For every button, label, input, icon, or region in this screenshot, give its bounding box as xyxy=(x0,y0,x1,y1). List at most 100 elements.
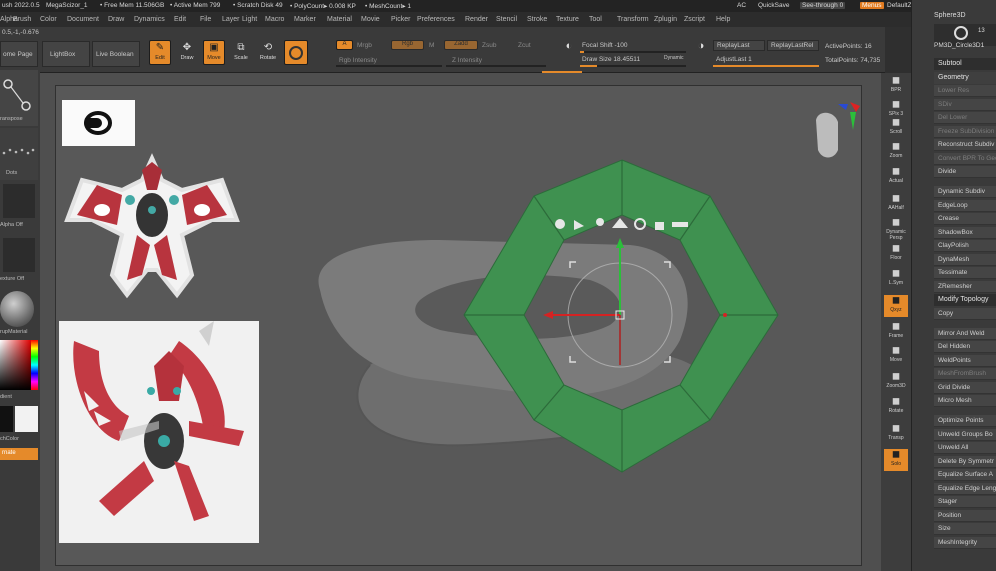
main-color-swatch[interactable] xyxy=(0,406,13,432)
menu-item-help[interactable]: Help xyxy=(716,16,730,23)
menu-item-transform[interactable]: Transform xyxy=(617,16,649,23)
geometry-item-crease[interactable]: Crease xyxy=(934,213,996,225)
menu-item-zscript[interactable]: Zscript xyxy=(684,16,705,23)
home-page-button[interactable]: ome Page xyxy=(0,41,38,67)
rgb-intensity-slider[interactable]: Rgb Intensity xyxy=(339,57,377,64)
menu-item-tool[interactable]: Tool xyxy=(589,16,602,23)
geometry-item-meshfrombrush[interactable]: MeshFromBrush xyxy=(934,368,996,380)
mrgb-toggle[interactable]: Mrgb xyxy=(357,42,372,49)
gizmo-toggle-button[interactable] xyxy=(284,40,308,65)
menu-item-movie[interactable]: Movie xyxy=(361,16,380,23)
menu-item-material[interactable]: Material xyxy=(327,16,352,23)
tool-button-scroll[interactable]: ◼ Scroll xyxy=(884,117,908,139)
geometry-item-modify-topology[interactable]: Modify Topology xyxy=(934,294,996,306)
geometry-item-convert-bpr-to-geo[interactable]: Convert BPR To Geo xyxy=(934,152,996,165)
geometry-item-copy[interactable]: Copy xyxy=(934,307,996,320)
menu-item-color[interactable]: Color xyxy=(40,16,57,23)
menu-item-document[interactable]: Document xyxy=(67,16,99,23)
geometry-item-lower-res[interactable]: Lower Res xyxy=(934,85,996,97)
hue-strip[interactable] xyxy=(31,340,38,390)
dynamic-toggle[interactable]: Dynamic xyxy=(664,55,683,61)
zsub-toggle[interactable]: Zsub xyxy=(482,42,496,49)
alpha-button[interactable]: Alpha Off xyxy=(0,180,38,232)
tool-button-solo[interactable]: ◼ Solo xyxy=(884,449,908,471)
menu-item-draw[interactable]: Draw xyxy=(108,16,124,23)
scale-button[interactable]: ⧉ Scale xyxy=(230,41,252,66)
geometry-item-optimize-points[interactable]: Optimize Points xyxy=(934,415,996,427)
tool-button-zoom3d[interactable]: ◼ Zoom3D xyxy=(884,371,908,393)
edit-button[interactable]: ✎ Edit xyxy=(149,40,171,65)
tool-button-transp[interactable]: ◼ Transp xyxy=(884,423,908,445)
menu-item-picker[interactable]: Picker xyxy=(391,16,410,23)
secondary-color-swatch[interactable] xyxy=(15,406,38,432)
focal-shift-slider[interactable]: Focal Shift -100 xyxy=(582,42,628,49)
menu-item-macro[interactable]: Macro xyxy=(265,16,284,23)
tool-button-zoom[interactable]: ◼ Zoom xyxy=(884,141,908,163)
menu-item-light[interactable]: Light xyxy=(242,16,257,23)
lightbox-button[interactable]: LightBox xyxy=(42,41,90,67)
geometry-item-unweld-all[interactable]: Unweld All xyxy=(934,442,996,454)
geometry-item-del-hidden[interactable]: Del Hidden xyxy=(934,341,996,353)
stroke-dots-button[interactable]: Dots xyxy=(0,128,38,180)
menu-item-marker[interactable]: Marker xyxy=(294,16,316,23)
tool-button-rotate[interactable]: ◼ Rotate xyxy=(884,396,908,418)
geometry-item-claypolish[interactable]: ClayPolish xyxy=(934,240,996,252)
geometry-item-unweld-groups-bo[interactable]: Unweld Groups Bo xyxy=(934,428,996,441)
tool-button-aahalf[interactable]: ◼ AAHalf xyxy=(884,193,908,215)
quicksave-button[interactable]: QuickSave xyxy=(756,2,791,9)
lock-icon[interactable] xyxy=(655,222,664,230)
color-square[interactable] xyxy=(0,340,31,390)
geometry-item-stager[interactable]: Stager xyxy=(934,496,996,508)
color-picker[interactable] xyxy=(0,340,38,392)
alternate-button[interactable]: rnate xyxy=(0,448,38,460)
live-boolean-button[interactable]: Live Boolean xyxy=(92,41,140,67)
draw-button[interactable]: ✥ Draw xyxy=(176,41,198,66)
geometry-item-divide[interactable]: Divide xyxy=(934,166,996,178)
tool-button-actual[interactable]: ◼ Actual xyxy=(884,166,908,188)
see-through-slider[interactable]: See-through 0 xyxy=(800,2,846,9)
tool-button-move[interactable]: ◼ Move xyxy=(884,345,908,367)
home-icon[interactable] xyxy=(612,218,628,228)
geometry-header[interactable]: Geometry xyxy=(934,72,996,84)
location-icon[interactable] xyxy=(596,218,604,226)
geometry-item-edgeloop[interactable]: EdgeLoop xyxy=(934,199,996,212)
menu-item-stroke[interactable]: Stroke xyxy=(527,16,547,23)
zcut-toggle[interactable]: Zcut xyxy=(518,42,531,49)
zadd-toggle[interactable]: Zadd xyxy=(444,40,478,50)
menu-item-zplugin[interactable]: Zplugin xyxy=(654,16,677,23)
geometry-item-freeze-subdivision[interactable]: Freeze SubDivision xyxy=(934,125,996,138)
geometry-item-shadowbox[interactable]: ShadowBox xyxy=(934,226,996,239)
transpose-button[interactable]: ranspose xyxy=(0,70,38,126)
switch-color-button[interactable]: chColor xyxy=(0,436,40,442)
menu-item-edit[interactable]: Edit xyxy=(174,16,186,23)
menu-item-preferences[interactable]: Preferences xyxy=(417,16,455,23)
rotate-button[interactable]: ⟲ Rotate xyxy=(257,41,279,66)
geometry-item-position[interactable]: Position xyxy=(934,509,996,522)
tool-button-bpr[interactable]: ◼ BPR xyxy=(884,75,908,97)
geometry-item-dynamesh[interactable]: DynaMesh xyxy=(934,253,996,266)
menu-item-layer[interactable]: Layer xyxy=(222,16,240,23)
material-button[interactable]: rupMaterial xyxy=(0,288,38,338)
geometry-item-equalize-surface-a[interactable]: Equalize Surface A xyxy=(934,469,996,481)
replay-last-button[interactable]: ReplayLast xyxy=(713,40,765,51)
z-intensity-slider[interactable]: Z Intensity xyxy=(452,57,482,64)
texture-button[interactable]: exture Off xyxy=(0,234,38,286)
geometry-item-dynamic-subdiv[interactable]: Dynamic Subdiv xyxy=(934,186,996,198)
m-toggle[interactable]: M xyxy=(429,42,434,49)
navigation-head[interactable] xyxy=(798,100,862,172)
geometry-item-grid-divide[interactable]: Grid Divide xyxy=(934,381,996,394)
tool-button-l-sym[interactable]: ◼ L.Sym xyxy=(884,268,908,290)
move-button[interactable]: ▣ Move xyxy=(203,40,225,65)
tool-button-floor[interactable]: ◼ Floor xyxy=(884,243,908,265)
geometry-item-micro-mesh[interactable]: Micro Mesh xyxy=(934,395,996,407)
geometry-item-equalize-edge-leng[interactable]: Equalize Edge Leng xyxy=(934,482,996,495)
geometry-item-tessimate[interactable]: Tessimate xyxy=(934,267,996,279)
subtool-header[interactable]: Subtool xyxy=(934,58,996,70)
menu-item-stencil[interactable]: Stencil xyxy=(496,16,517,23)
menu-item-brush[interactable]: Brush xyxy=(13,16,31,23)
geometry-item-meshintegrity[interactable]: MeshIntegrity xyxy=(934,536,996,549)
a-toggle[interactable]: A xyxy=(336,40,353,50)
geometry-item-del-lower[interactable]: Del Lower xyxy=(934,112,996,124)
geometry-item-mirror-and-weld[interactable]: Mirror And Weld xyxy=(934,327,996,340)
toggle-switch-icon[interactable] xyxy=(672,222,688,227)
